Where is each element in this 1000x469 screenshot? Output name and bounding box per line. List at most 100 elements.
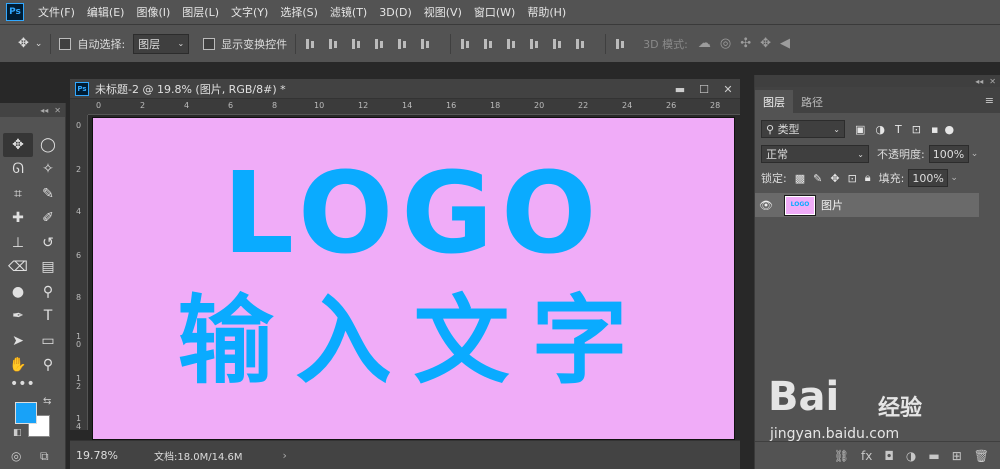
adjustment-filter-icon[interactable]: ◑ (875, 123, 885, 136)
history-brush-icon[interactable]: ↺ (33, 231, 63, 255)
healing-brush-icon[interactable]: ✚ (3, 207, 33, 231)
show-transform-checkbox[interactable] (203, 37, 216, 50)
adjustment-layer-icon[interactable]: ◑ (906, 449, 916, 463)
3d-rotate-icon[interactable]: ☁ (698, 36, 711, 51)
lock-artboard-icon[interactable]: ⊡ (848, 172, 857, 185)
menu-image[interactable]: 图像(I) (136, 4, 170, 20)
3d-pan-icon[interactable]: ✣ (740, 36, 751, 51)
auto-select-dropdown[interactable]: 图层 ⌄ (133, 33, 190, 54)
chevron-down-icon[interactable]: ⌄ (35, 39, 43, 49)
document-tab[interactable]: Ps 未标题-2 @ 19.8% (图片, RGB/8#) * ▬ ☐ ✕ (70, 79, 740, 99)
auto-align-icon[interactable] (614, 37, 627, 51)
path-selection-icon[interactable]: ➤ (3, 329, 33, 353)
distribute-right-icon[interactable] (574, 37, 587, 51)
clone-stamp-icon[interactable]: ⊥ (3, 231, 33, 255)
3d-roll-icon[interactable]: ◎ (720, 36, 731, 51)
auto-select-checkbox[interactable] (59, 37, 72, 50)
pen-tool-icon[interactable]: ✒ (3, 305, 33, 329)
menu-edit[interactable]: 编辑(E) (87, 4, 125, 20)
3d-slide-icon[interactable]: ✥ (760, 36, 771, 51)
hand-tool-icon[interactable]: ✋ (3, 354, 33, 378)
chevron-down-icon[interactable]: ⌄ (971, 149, 979, 159)
layer-name[interactable]: 图片 (821, 197, 843, 213)
lock-all-icon[interactable]: 🔒︎ (865, 171, 871, 185)
menu-view[interactable]: 视图(V) (424, 4, 462, 20)
rectangle-tool-icon[interactable]: ▭ (33, 329, 63, 353)
elliptical-marquee-icon[interactable]: ◯ (33, 133, 63, 157)
tab-paths[interactable]: 路径 (793, 90, 831, 113)
align-horizontal-centers-icon[interactable] (396, 37, 409, 51)
zoom-tool-icon[interactable]: ⚲ (33, 354, 63, 378)
foreground-color-swatch[interactable] (15, 402, 37, 424)
chevron-down-icon[interactable]: ⌄ (950, 173, 958, 183)
type-tool-icon[interactable]: T (33, 305, 63, 329)
canvas-area[interactable]: LOGO 输入文字 (88, 115, 740, 440)
trash-icon[interactable]: 🗑︎ (974, 449, 989, 463)
collapse-icon[interactable]: ◂◂ (40, 106, 48, 115)
close-icon[interactable]: ✕ (716, 83, 740, 96)
image-filter-icon[interactable]: ▣ (855, 123, 865, 136)
new-layer-icon[interactable]: ⊞ (952, 449, 962, 463)
more-tools-icon[interactable]: ••• (10, 376, 35, 392)
lock-position-icon[interactable]: ✥ (830, 172, 839, 185)
menu-type[interactable]: 文字(Y) (231, 4, 268, 20)
menu-help[interactable]: 帮助(H) (527, 4, 566, 20)
eraser-tool-icon[interactable]: ⌫ (3, 256, 33, 280)
fx-icon[interactable]: fx (861, 449, 872, 463)
3d-scale-icon[interactable]: ◀ (780, 36, 790, 51)
maximize-icon[interactable]: ☐ (692, 83, 716, 96)
filter-toggle-icon[interactable]: ● (944, 123, 954, 136)
menu-select[interactable]: 选择(S) (280, 4, 318, 20)
align-right-edges-icon[interactable] (419, 37, 432, 51)
chevron-right-icon[interactable]: › (283, 449, 287, 462)
align-bottom-edges-icon[interactable] (350, 37, 363, 51)
align-vertical-centers-icon[interactable] (327, 37, 340, 51)
shape-filter-icon[interactable]: ⊡ (912, 123, 921, 136)
menu-filter[interactable]: 滤镜(T) (330, 4, 367, 20)
menu-layer[interactable]: 图层(L) (182, 4, 219, 20)
add-mask-icon[interactable]: ◘ (884, 449, 894, 463)
move-tool-icon[interactable]: ✥ (18, 36, 29, 51)
menu-file[interactable]: 文件(F) (38, 4, 75, 20)
collapse-icon[interactable]: ◂◂ (975, 77, 983, 86)
brush-tool-icon[interactable]: ✐ (33, 207, 63, 231)
blur-tool-icon[interactable]: ● (3, 280, 33, 304)
screen-mode-icon[interactable]: ⧉ (40, 449, 49, 464)
canvas[interactable]: LOGO 输入文字 (92, 117, 735, 440)
close-icon[interactable]: ✕ (989, 77, 996, 86)
align-left-edges-icon[interactable] (373, 37, 386, 51)
gradient-tool-icon[interactable]: ▤ (33, 256, 63, 280)
blend-mode-dropdown[interactable]: 正常 ⌄ (761, 145, 869, 163)
distribute-vcenter-icon[interactable] (482, 37, 495, 51)
menu-3d[interactable]: 3D(D) (379, 6, 412, 19)
minimize-icon[interactable]: ▬ (668, 83, 692, 96)
group-folder-icon[interactable]: ▬ (928, 449, 939, 463)
lock-image-icon[interactable]: ✎ (813, 172, 822, 185)
move-tool-icon[interactable]: ✥ (3, 133, 33, 157)
close-icon[interactable]: ✕ (54, 106, 61, 115)
horizontal-ruler[interactable]: 0 2 4 6 8 10 12 14 16 18 20 22 24 26 28 (88, 99, 740, 115)
distribute-left-icon[interactable] (528, 37, 541, 51)
swap-colors-icon[interactable]: ⇆ (43, 396, 51, 407)
eyedropper-icon[interactable]: ✎ (33, 182, 63, 206)
quick-mask-icon[interactable]: ◎ (11, 449, 21, 463)
layer-item[interactable]: 👁︎ LOGO 图片 (755, 193, 979, 217)
lasso-tool-icon[interactable]: ᘏ (3, 158, 33, 182)
vertical-ruler[interactable]: 0 2 4 6 8 1 0 1 2 1 4 (70, 115, 88, 431)
fill-input[interactable]: 100% (908, 169, 949, 187)
align-top-edges-icon[interactable] (304, 37, 317, 51)
type-filter-icon[interactable]: T (895, 123, 902, 136)
link-layers-icon[interactable]: ⛓ (834, 449, 849, 463)
distribute-top-icon[interactable] (459, 37, 472, 51)
magic-wand-icon[interactable]: ✧ (33, 158, 63, 182)
dodge-tool-icon[interactable]: ⚲ (33, 280, 63, 304)
zoom-level[interactable]: 19.78% (76, 449, 126, 462)
lock-transparent-icon[interactable]: ▩ (795, 172, 805, 185)
opacity-input[interactable]: 100% (928, 145, 969, 163)
distribute-bottom-icon[interactable] (505, 37, 518, 51)
ruler-corner[interactable] (70, 99, 88, 115)
tab-layers[interactable]: 图层 (755, 90, 793, 113)
crop-tool-icon[interactable]: ⌗ (3, 182, 33, 206)
default-colors-icon[interactable]: ◧ (13, 428, 22, 438)
distribute-hcenter-icon[interactable] (551, 37, 564, 51)
